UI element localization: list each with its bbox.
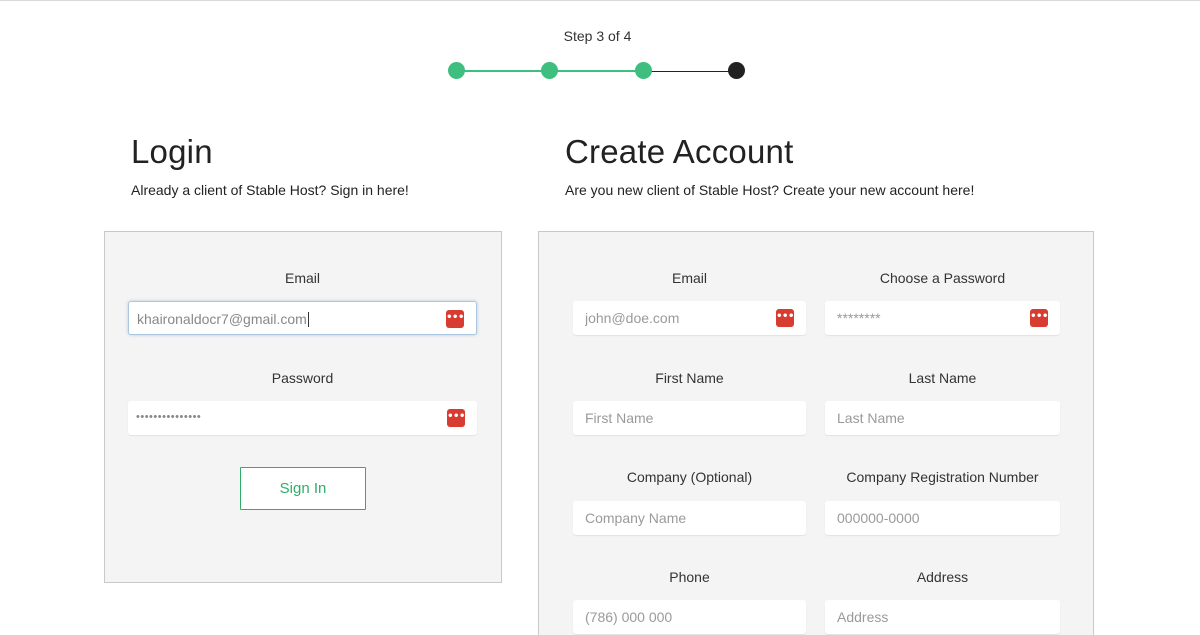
last-name-input[interactable] <box>825 401 1060 435</box>
company-reg-field[interactable] <box>825 501 1060 535</box>
address-input[interactable] <box>825 600 1060 634</box>
last-name-field[interactable] <box>825 401 1060 435</box>
password-manager-icon[interactable]: ••• <box>447 409 465 427</box>
password-manager-icon[interactable]: ••• <box>446 310 464 328</box>
company-reg-label: Company Registration Number <box>846 469 1039 485</box>
login-password-value: ••••••••••••••• <box>136 411 202 423</box>
company-label: Company (Optional) <box>626 469 753 485</box>
phone-field[interactable] <box>573 600 806 634</box>
company-field[interactable] <box>573 501 806 535</box>
stepper-dot-3 <box>635 62 652 79</box>
first-name-input[interactable] <box>573 401 806 435</box>
first-name-label: First Name <box>655 370 724 386</box>
password-manager-icon[interactable]: ••• <box>1030 309 1048 327</box>
create-account-subtitle: Are you new client of Stable Host? Creat… <box>565 182 975 198</box>
create-email-input[interactable] <box>573 301 806 335</box>
stepper-line-3 <box>643 70 736 72</box>
login-title: Login <box>131 133 213 170</box>
progress-stepper <box>448 62 746 80</box>
create-password-input[interactable] <box>825 301 1060 335</box>
create-email-field[interactable]: ••• <box>573 301 806 335</box>
create-account-title: Create Account <box>565 133 794 170</box>
create-password-label: Choose a Password <box>879 270 1006 286</box>
login-email-label: Email <box>284 270 320 286</box>
create-email-label: Email <box>671 270 707 286</box>
stepper-dot-1 <box>448 62 465 79</box>
phone-label: Phone <box>669 569 710 585</box>
company-input[interactable] <box>573 501 806 535</box>
address-label: Address <box>916 569 969 585</box>
stepper-dot-4 <box>728 62 745 79</box>
top-divider <box>0 0 1200 1</box>
text-caret <box>307 312 309 327</box>
stepper-line-1 <box>457 70 550 72</box>
login-email-value: khaironaldocr7@gmail.com <box>137 311 309 327</box>
stepper-dot-2 <box>541 62 558 79</box>
login-password-field[interactable]: ••••••••••••••• ••• <box>128 401 477 435</box>
company-reg-input[interactable] <box>825 501 1060 535</box>
create-password-field[interactable]: ••• <box>825 301 1060 335</box>
address-field[interactable] <box>825 600 1060 634</box>
password-manager-icon[interactable]: ••• <box>776 309 794 327</box>
stepper-line-2 <box>550 70 643 72</box>
sign-in-button[interactable]: Sign In <box>240 467 366 510</box>
step-label: Step 3 of 4 <box>563 28 632 44</box>
phone-input[interactable] <box>573 600 806 634</box>
login-email-field[interactable]: khaironaldocr7@gmail.com ••• <box>128 301 477 335</box>
first-name-field[interactable] <box>573 401 806 435</box>
login-subtitle: Already a client of Stable Host? Sign in… <box>131 182 409 198</box>
last-name-label: Last Name <box>908 370 977 386</box>
login-password-label: Password <box>271 370 334 386</box>
